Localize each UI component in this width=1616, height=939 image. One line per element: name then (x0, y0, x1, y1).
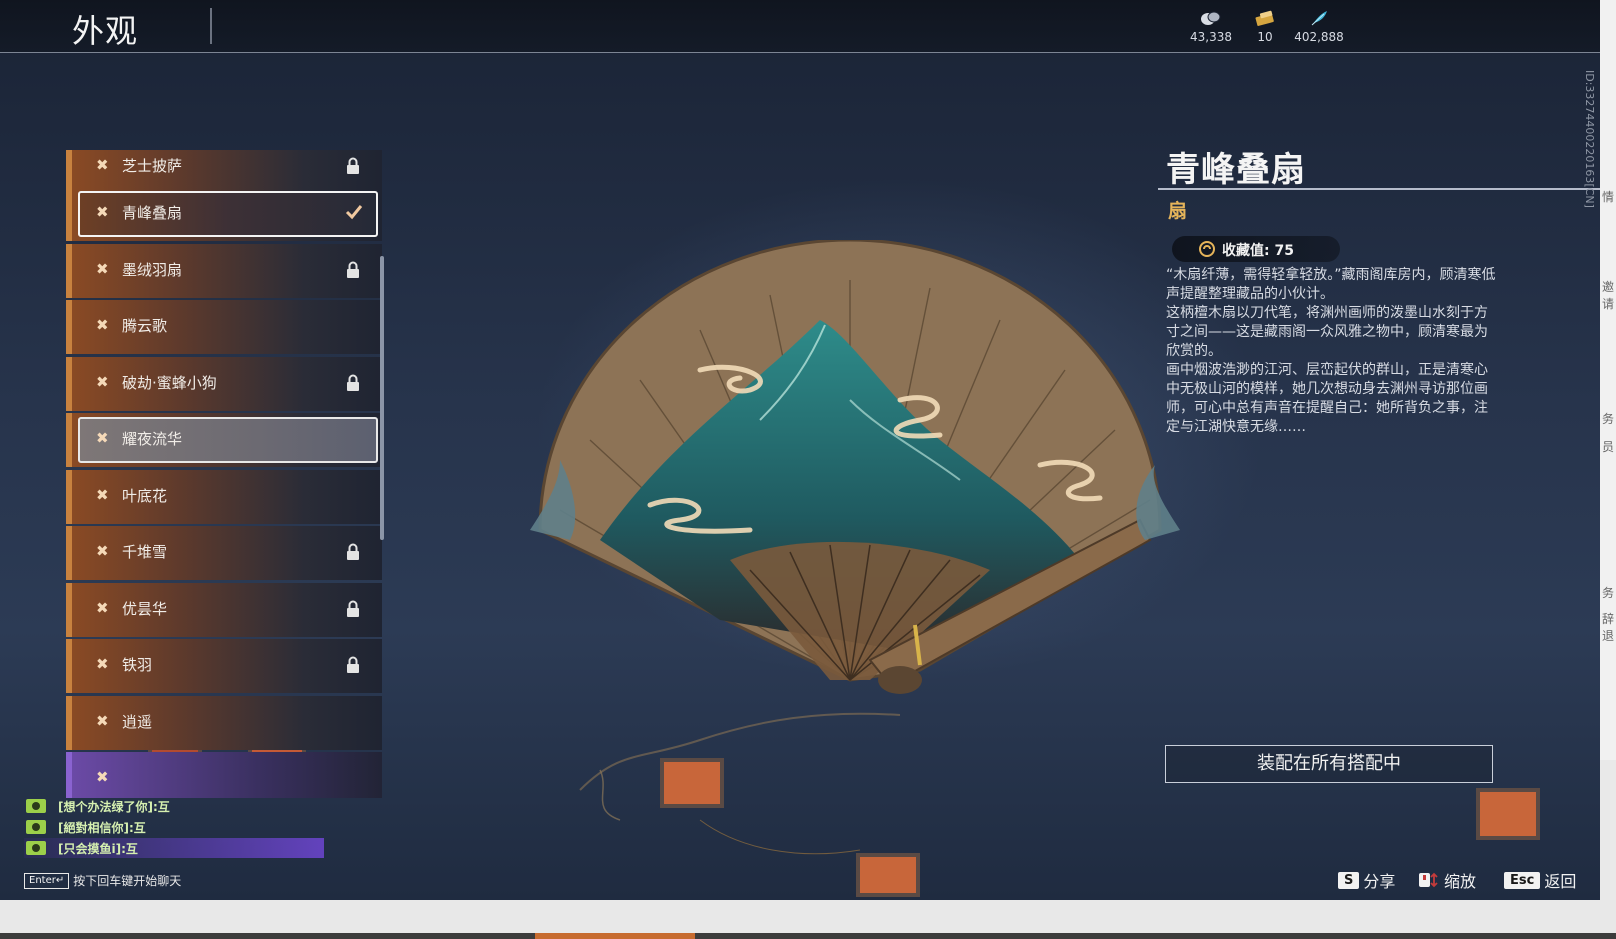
enter-key: Enter↵ (24, 872, 70, 889)
fan-category-icon: ✖ (96, 429, 109, 447)
lock-icon (347, 543, 359, 560)
fan-category-icon: ✖ (96, 712, 109, 730)
list-item-label: 芝士披萨 (122, 157, 183, 175)
taskbar-active-item[interactable] (535, 933, 695, 939)
chat-hint-text: 按下回车键开始聊天 (73, 874, 182, 888)
appearance-list: ✖ 芝士披萨 ✖ 青峰叠扇 ✖ 墨绒羽扇 ✖ 腾云歌 ✖ 破劫·蜜蜂小狗 ✖ 耀… (66, 150, 386, 798)
list-item-selected[interactable]: ✖ 青峰叠扇 (66, 187, 382, 241)
coin-icon (1201, 11, 1221, 25)
chat-line: [想个办法绿了你]:互 (24, 796, 324, 816)
description-paragraph: 这柄檀木扇以刀代笔，将渊州画师的泼墨山水刻于方寸之间——这是藏雨阁一众风雅之物中… (1166, 305, 1488, 359)
list-item[interactable]: ✖ 叶底花 (66, 470, 382, 524)
fan-category-icon: ✖ (96, 260, 109, 278)
mouse-scroll-icon (1419, 872, 1438, 888)
fan-category-icon: ✖ (96, 316, 109, 334)
side-text: 情 (1602, 190, 1615, 204)
lock-icon (347, 374, 359, 391)
chat-message: [只会摸鱼i]:互 (58, 842, 138, 856)
title-underline (1158, 188, 1600, 190)
side-text: 员 (1602, 440, 1615, 454)
item-name: 青峰叠扇 (1166, 150, 1306, 190)
collection-value-badge: 收藏值: 75 (1172, 236, 1340, 262)
check-icon (345, 205, 363, 220)
chat-line: [只会摸鱼i]:互 (24, 838, 324, 858)
list-item-hovered[interactable]: ✖ 耀夜流华 (66, 413, 382, 467)
list-item[interactable]: ✖ 铁羽 (66, 639, 382, 693)
chat-panel: [想个办法绿了你]:互 [絕對相信你]:互 [只会摸鱼i]:互 (24, 796, 324, 859)
share-label: 分享 (1363, 872, 1396, 891)
list-item[interactable]: ✖ 破劫·蜜蜂小狗 (66, 357, 382, 411)
fan-preview-image[interactable] (520, 240, 1200, 720)
list-item[interactable]: ✖ 逍遥 (66, 696, 382, 750)
team-chat-icon (26, 820, 46, 834)
list-item-label: 腾云歌 (122, 317, 168, 335)
list-item-label: 千堆雪 (122, 543, 168, 561)
description-paragraph: “木扇纤薄，需得轻拿轻放。”藏雨阁库房内，顾清寒低声提醒整理藏品的小伙计。 (1166, 267, 1496, 302)
back-hint[interactable]: Esc 返回 (1504, 868, 1577, 891)
list-item-label: 青峰叠扇 (122, 204, 183, 222)
list-item-label: 叶底花 (122, 487, 168, 505)
chat-enter-hint[interactable]: Enter↵ 按下回车键开始聊天 (24, 870, 181, 889)
page-title: 外观 (72, 12, 139, 50)
list-item-label: 优昙华 (122, 600, 168, 618)
ticket-icon (1255, 10, 1274, 26)
list-item[interactable]: ✖ 千堆雪 (66, 526, 382, 580)
equip-all-outfits-button[interactable]: 装配在所有搭配中 (1165, 745, 1493, 783)
feather-icon (1311, 11, 1327, 26)
fan-category-icon: ✖ (96, 486, 109, 504)
currency-feather: 402,888 (1284, 10, 1354, 44)
lantern-right (1476, 788, 1540, 840)
side-text: 辞退 (1602, 612, 1615, 643)
fan-category-icon: ✖ (96, 373, 109, 391)
list-item-label: 破劫·蜜蜂小狗 (122, 374, 217, 392)
fan-category-icon: ✖ (96, 203, 109, 221)
list-item-label: 铁羽 (122, 656, 153, 674)
description-paragraph: 画中烟波浩渺的江河、层峦起伏的群山，正是清寒心中无极山河的模样，她几次想动身去渊… (1166, 362, 1488, 435)
fan-category-icon: ✖ (96, 542, 109, 560)
lock-icon (347, 600, 359, 617)
list-item[interactable]: ✖ 优昙华 (66, 583, 382, 637)
side-text: 务 (1602, 412, 1615, 426)
collection-icon (1199, 241, 1215, 257)
list-item-label: 逍遥 (122, 713, 153, 731)
fan-category-icon: ✖ (96, 156, 109, 174)
chat-message: [想个办法绿了你]:互 (58, 800, 170, 814)
feather-amount: 402,888 (1294, 30, 1344, 44)
zoom-label: 缩放 (1444, 872, 1477, 891)
esc-key: Esc (1504, 871, 1541, 889)
fan-category-icon: ✖ (96, 599, 109, 617)
back-label: 返回 (1544, 872, 1577, 891)
list-item[interactable]: ✖ 腾云歌 (66, 300, 382, 354)
item-description: “木扇纤薄，需得轻拿轻放。”藏雨阁库房内，顾清寒低声提醒整理藏品的小伙计。 这柄… (1166, 266, 1496, 437)
chat-message: [絕對相信你]:互 (58, 821, 146, 835)
side-panel-edge: 情 邀请 务 员 务 辞退 (1600, 0, 1616, 760)
fan-category-icon: ✖ (96, 768, 109, 786)
team-chat-icon (26, 799, 46, 813)
player-id: ID:3327440022016​3[CN] (1583, 70, 1596, 208)
lantern-center (660, 758, 920, 897)
list-item-label: 耀夜流华 (122, 430, 183, 448)
item-type: 扇 (1168, 200, 1188, 222)
lock-icon (347, 157, 359, 174)
side-text: 邀请 (1602, 280, 1615, 311)
team-chat-icon (26, 841, 46, 855)
list-item[interactable]: ✖ 墨绒羽扇 (66, 244, 382, 298)
lock-icon (347, 656, 359, 673)
title-divider (210, 8, 212, 44)
lock-icon (347, 261, 359, 278)
share-key: S (1338, 871, 1360, 889)
side-text: 务 (1602, 586, 1615, 600)
game-viewport: 外观 43,338 10 402,888 ✖ 芝士披萨 ✖ 青峰叠扇 ✖ 墨绒羽… (0, 0, 1600, 900)
list-item[interactable]: ✖ (66, 752, 382, 798)
zoom-hint[interactable]: 缩放 (1418, 868, 1477, 891)
chat-line: [絕對相信你]:互 (24, 817, 324, 837)
share-hint[interactable]: S 分享 (1338, 868, 1396, 891)
taskbar (0, 933, 1616, 939)
collection-value: 收藏值: 75 (1222, 243, 1294, 259)
top-bar: 外观 43,338 10 402,888 (0, 0, 1600, 53)
list-item-label: 墨绒羽扇 (122, 261, 183, 279)
fan-category-icon: ✖ (96, 655, 109, 673)
list-scrollbar[interactable] (380, 256, 384, 540)
